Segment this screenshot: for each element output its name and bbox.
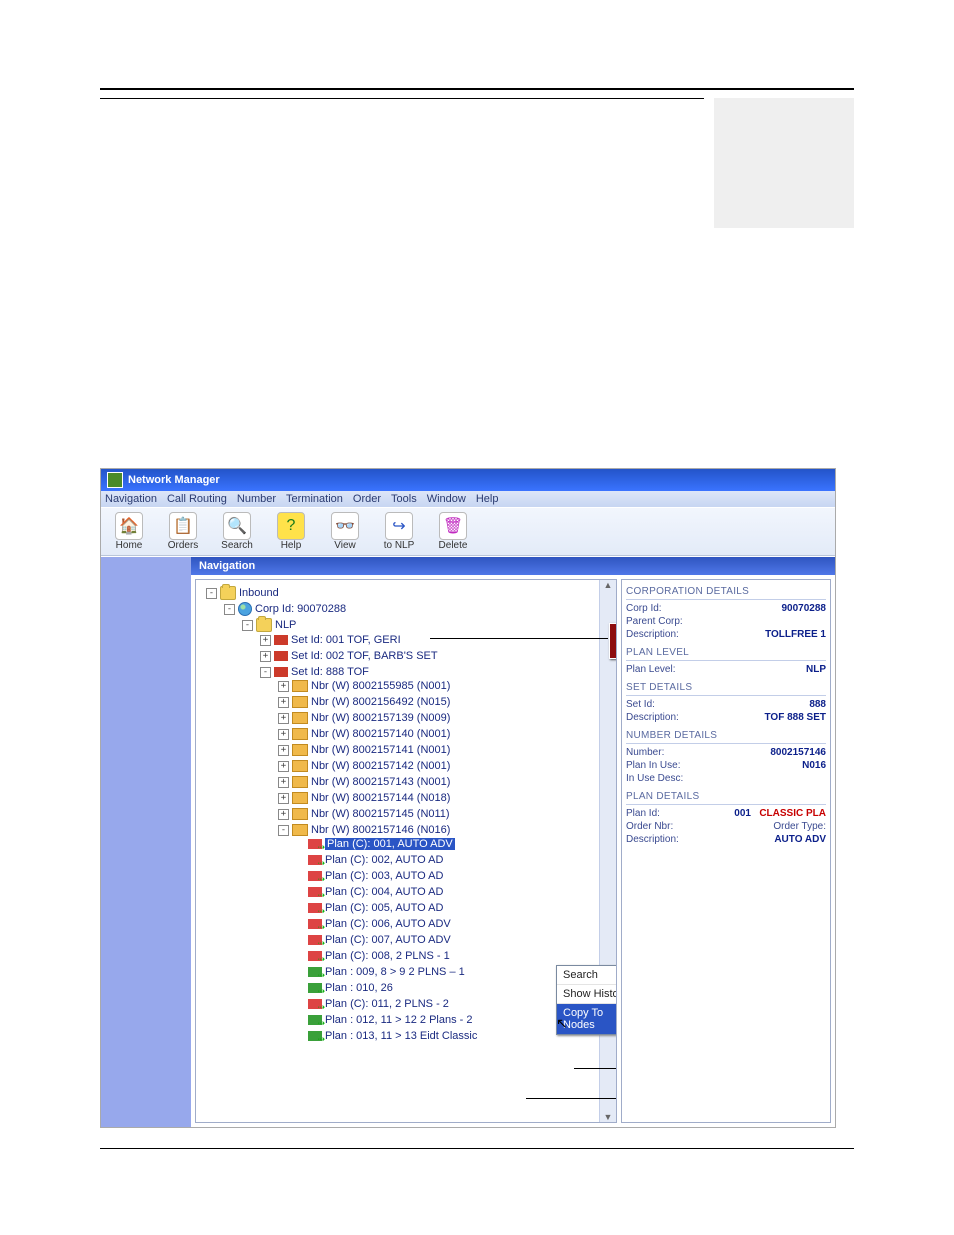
view-button[interactable]: 👓View: [323, 512, 367, 551]
ctx-search[interactable]: Search: [557, 966, 617, 985]
menu-number[interactable]: Number: [237, 493, 276, 505]
tree-number[interactable]: +Nbr (W) 8002157139 (N009): [278, 710, 612, 726]
menu-help[interactable]: Help: [476, 493, 499, 505]
orders-button[interactable]: 📋Orders: [161, 512, 205, 551]
tree-plan[interactable]: Plan (C): 006, AUTO ADV: [296, 916, 612, 932]
tree-set-001[interactable]: +Set Id: 001 TOF, GERI: [260, 632, 612, 648]
menu-callrouting[interactable]: Call Routing: [167, 493, 227, 505]
group-corporation-details: CORPORATION DETAILS Corp Id:90070288 Par…: [626, 586, 826, 641]
tree-number[interactable]: +Nbr (W) 8002157143 (N001): [278, 774, 612, 790]
menu-window[interactable]: Window: [427, 493, 466, 505]
tree-panel[interactable]: You can also select an SRP or EVS plan. …: [195, 579, 617, 1123]
delete-button[interactable]: 🗑Delete: [431, 512, 475, 551]
menu-navigation[interactable]: Navigation: [105, 493, 157, 505]
navigation-header: Navigation: [191, 557, 835, 575]
menu-termination[interactable]: Termination: [286, 493, 343, 505]
tree-root[interactable]: -Inbound -Corp Id: 90070288 -NLP +Set Id…: [206, 584, 612, 1054]
left-sidebar: [101, 557, 191, 1127]
tree-plan[interactable]: Plan (C): 008, 2 PLNS - 1: [296, 948, 612, 964]
details-panel: CORPORATION DETAILS Corp Id:90070288 Par…: [621, 579, 831, 1123]
tree-plan[interactable]: Plan (C): 005, AUTO AD: [296, 900, 612, 916]
callout-line-b2: [526, 1098, 617, 1099]
callout-line-b1: [574, 1068, 617, 1069]
menu-order[interactable]: Order: [353, 493, 381, 505]
group-set-details: SET DETAILS Set Id:888 Description:TOF 8…: [626, 682, 826, 724]
navigation-tree[interactable]: -Inbound -Corp Id: 90070288 -NLP +Set Id…: [196, 580, 616, 1058]
tree-set-002[interactable]: +Set Id: 002 TOF, BARB'S SET: [260, 648, 612, 664]
group-plan-level: PLAN LEVEL Plan Level:NLP: [626, 647, 826, 676]
group-plan-details: PLAN DETAILS Plan Id:001 CLASSIC PLA Ord…: [626, 791, 826, 846]
top-right-block: [714, 98, 854, 228]
tree-plan[interactable]: Plan (C): 001, AUTO ADV: [296, 836, 612, 852]
tree-plan[interactable]: Plan (C): 003, AUTO AD: [296, 868, 612, 884]
tree-plan[interactable]: Plan (C): 007, AUTO ADV: [296, 932, 612, 948]
tree-number[interactable]: +Nbr (W) 8002157141 (N001): [278, 742, 612, 758]
menubar[interactable]: Navigation Call Routing Number Terminati…: [101, 491, 835, 507]
callout-line-a: [430, 638, 608, 639]
tree-number[interactable]: +Nbr (W) 8002157144 (N018): [278, 790, 612, 806]
search-button[interactable]: 🔍Search: [215, 512, 259, 551]
menu-tools[interactable]: Tools: [391, 493, 417, 505]
titlebar: Network Manager: [101, 469, 835, 491]
tree-plan[interactable]: Plan (C): 004, AUTO AD: [296, 884, 612, 900]
tree-number[interactable]: +Nbr (W) 8002155985 (N001): [278, 678, 612, 694]
toolbar: 🏠Home 📋Orders 🔍Search ?Help 👓View ↪to NL…: [101, 507, 835, 556]
tree-number[interactable]: +Nbr (W) 8002157145 (N011): [278, 806, 612, 822]
cursor-icon: ↖: [556, 1015, 568, 1032]
to-nlp-button[interactable]: ↪to NLP: [377, 512, 421, 551]
home-button[interactable]: 🏠Home: [107, 512, 151, 551]
tree-plan[interactable]: Plan (C): 002, AUTO AD: [296, 852, 612, 868]
app-window: Network Manager Navigation Call Routing …: [100, 468, 836, 1128]
tree-number[interactable]: +Nbr (W) 8002157140 (N001): [278, 726, 612, 742]
ctx-show-history[interactable]: Show History: [557, 985, 617, 1004]
help-button[interactable]: ?Help: [269, 512, 313, 551]
window-title: Network Manager: [128, 474, 220, 486]
group-number-details: NUMBER DETAILS Number:8002157146 Plan In…: [626, 730, 826, 785]
callout-srp-evs: You can also select an SRP or EVS plan.: [609, 623, 617, 659]
tree-number[interactable]: +Nbr (W) 8002156492 (N015): [278, 694, 612, 710]
tree-number[interactable]: +Nbr (W) 8002157142 (N001): [278, 758, 612, 774]
app-icon: [107, 472, 123, 488]
tree-corp[interactable]: -Corp Id: 90070288 -NLP +Set Id: 001 TOF…: [224, 600, 612, 1052]
